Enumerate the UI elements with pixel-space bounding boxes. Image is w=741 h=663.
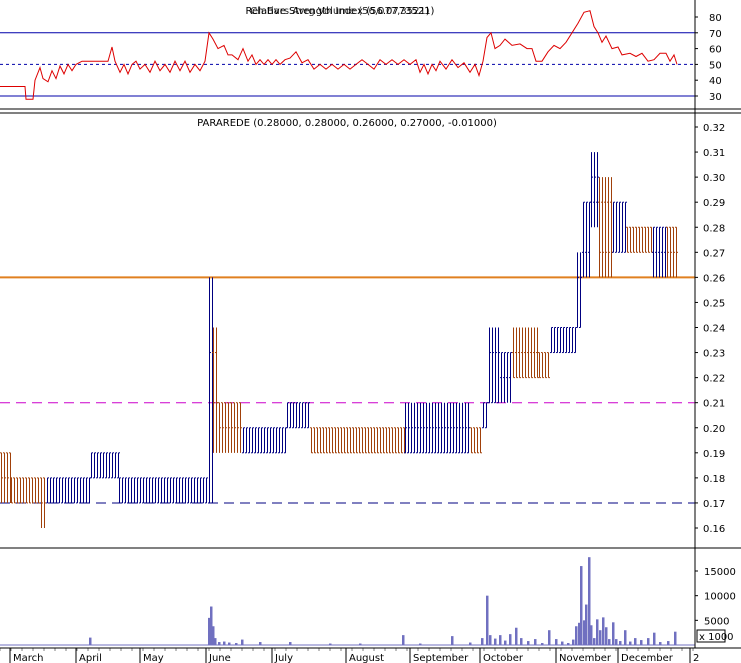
volume-bar	[612, 622, 615, 645]
volume-bar	[509, 634, 512, 645]
volume-bar	[223, 641, 226, 645]
volume-bar	[451, 636, 454, 645]
volume-bar	[674, 631, 677, 645]
month-label: June	[208, 653, 231, 663]
price-tick-label: 0.17	[703, 499, 725, 510]
volume-bar	[561, 641, 564, 645]
price-tick-label: 0.20	[703, 424, 725, 435]
month-label: October	[483, 653, 524, 663]
price-tick-label: 0.28	[703, 223, 725, 234]
month-label: December	[621, 653, 674, 663]
volume-bar	[615, 639, 618, 645]
month-label: March	[13, 653, 43, 663]
volume-bar	[481, 638, 484, 645]
volume-bar	[214, 638, 217, 645]
volume-bar	[494, 638, 497, 645]
volume-unit-label: x 1000	[699, 632, 734, 643]
volume-bar	[486, 595, 489, 645]
volume-bar	[548, 630, 551, 645]
month-label: November	[559, 653, 612, 663]
volume-bar	[402, 635, 405, 645]
rsi-tick-label: 40	[709, 76, 722, 87]
volume-bar	[599, 630, 602, 645]
price-tick-label: 0.23	[703, 349, 725, 360]
month-label: July	[274, 653, 293, 663]
volume-tick-label: 5000	[704, 616, 729, 627]
stock-chart: 80 70 60 50 40 30 Relative Strength Index (56.…	[0, 0, 741, 663]
volume-bar	[504, 640, 507, 645]
price-tick-label: 0.30	[703, 173, 725, 184]
rsi-tick-label: 50	[709, 60, 722, 71]
volume-bar	[647, 638, 650, 645]
volume-bar	[608, 639, 611, 645]
chart-canvas: 807060504030Relative Strength Index (56.…	[0, 0, 741, 663]
volume-bar	[555, 639, 558, 645]
price-tick-label: 0.21	[703, 399, 725, 410]
price-tick-label: 0.18	[703, 474, 725, 485]
rsi-tick-label: 30	[709, 92, 722, 103]
volume-bar	[520, 638, 523, 645]
month-label: 2	[693, 653, 699, 663]
volume-bar	[580, 566, 583, 645]
volume-bar	[605, 627, 608, 645]
volume-bar	[602, 617, 605, 645]
price-tick-label: 0.31	[703, 148, 725, 159]
price-tick-label: 0.25	[703, 298, 725, 309]
price-tick-label: 0.27	[703, 248, 725, 259]
volume-tick-label: 10000	[704, 592, 736, 603]
volume-bar	[619, 641, 622, 645]
volume-bar	[515, 627, 518, 645]
volume-bar	[572, 639, 575, 645]
price-tick-label: 0.32	[703, 123, 725, 134]
price-tick-label: 0.29	[703, 198, 725, 209]
volume-bar	[596, 619, 599, 645]
volume-bar	[499, 635, 502, 645]
volume-bar	[624, 630, 627, 645]
volume-bar	[634, 638, 637, 645]
volume-bar	[653, 632, 656, 645]
rsi-tick-label: 70	[709, 29, 722, 40]
volume-bar	[585, 604, 588, 645]
price-title: PARAREDE (0.28000, 0.28000, 0.26000, 0.2…	[197, 118, 497, 129]
price-tick-label: 0.22	[703, 374, 725, 385]
volume-bar	[593, 638, 596, 645]
volume-bar	[89, 637, 92, 645]
volume-tick-label: 15000	[704, 567, 736, 578]
volume-bar	[590, 625, 593, 645]
volume-bar	[667, 641, 670, 645]
price-tick-label: 0.19	[703, 449, 725, 460]
volume-bar	[640, 640, 643, 645]
price-tick-label: 0.24	[703, 324, 725, 335]
price-tick-label: 0.16	[703, 524, 725, 535]
price-tick-label: 0.26	[703, 273, 725, 284]
month-label: September	[413, 653, 469, 663]
chart-background	[0, 0, 741, 663]
month-label: May	[143, 653, 164, 663]
volume-bar	[629, 641, 632, 645]
rsi-title-overlay: Ch Bars Avrg Volume (56,077,3521)	[250, 6, 430, 17]
month-label: April	[79, 653, 102, 663]
volume-bar	[489, 635, 492, 645]
volume-bar	[575, 626, 578, 645]
volume-bar	[241, 639, 244, 645]
rsi-tick-label: 80	[709, 13, 722, 24]
month-label: August	[349, 653, 384, 663]
volume-bar	[534, 639, 537, 645]
rsi-tick-label: 60	[709, 45, 722, 56]
volume-bar	[527, 641, 530, 645]
